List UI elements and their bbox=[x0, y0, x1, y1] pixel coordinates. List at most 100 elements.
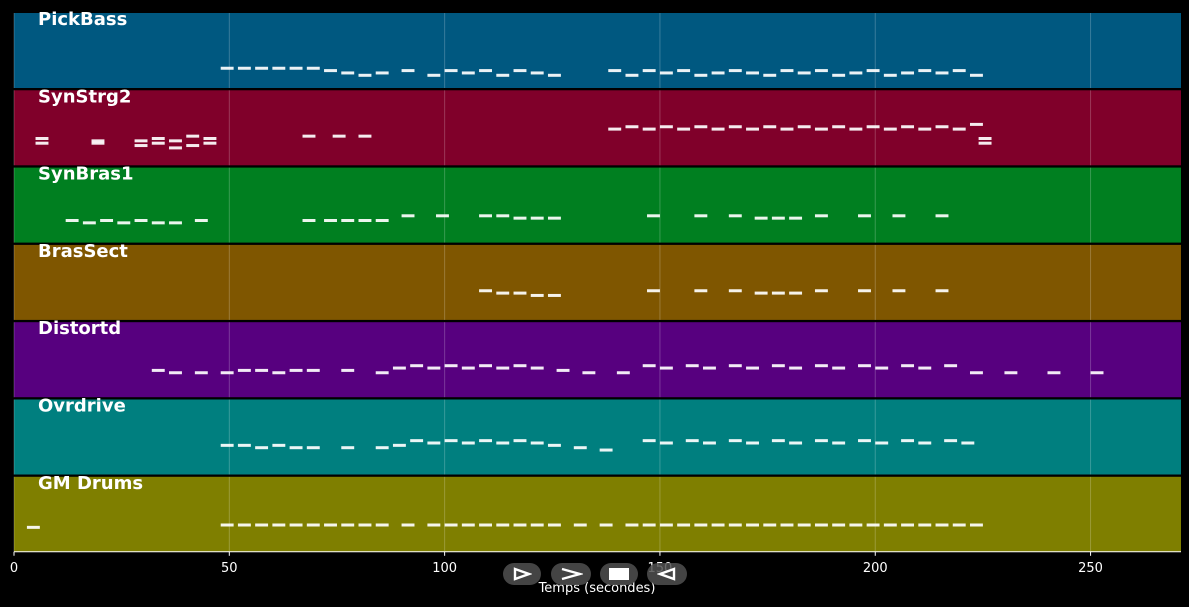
note bbox=[169, 371, 182, 375]
fast-forward-button[interactable] bbox=[551, 563, 591, 585]
note bbox=[91, 139, 105, 143]
note bbox=[814, 364, 828, 368]
track-name: Distortd bbox=[38, 318, 121, 339]
note bbox=[375, 446, 389, 450]
note bbox=[901, 523, 915, 527]
note bbox=[151, 368, 165, 372]
note bbox=[944, 439, 958, 443]
note bbox=[849, 71, 863, 75]
note bbox=[677, 523, 691, 527]
note bbox=[496, 73, 510, 77]
note bbox=[547, 216, 561, 220]
note bbox=[302, 134, 316, 138]
note bbox=[763, 73, 777, 77]
note bbox=[169, 146, 182, 150]
note bbox=[341, 71, 355, 75]
note bbox=[969, 371, 983, 375]
note bbox=[763, 523, 777, 527]
track-panel bbox=[14, 476, 1181, 552]
note bbox=[883, 127, 897, 131]
chart-svg: PickBass SynStrg2 SynBras1 BrasSect Distortd… bbox=[10, 9, 1181, 596]
note bbox=[746, 523, 759, 527]
note bbox=[289, 523, 303, 527]
stop-button[interactable] bbox=[600, 563, 638, 585]
note bbox=[479, 523, 492, 527]
note bbox=[461, 366, 475, 370]
note bbox=[134, 144, 148, 148]
note bbox=[935, 214, 949, 218]
note bbox=[203, 137, 217, 140]
note bbox=[978, 141, 992, 145]
note bbox=[392, 443, 406, 447]
note bbox=[642, 69, 656, 73]
note bbox=[883, 523, 897, 527]
note bbox=[694, 289, 708, 293]
note bbox=[849, 523, 863, 527]
note bbox=[375, 523, 389, 527]
note bbox=[82, 221, 96, 225]
note bbox=[935, 71, 949, 75]
note bbox=[814, 69, 828, 73]
note bbox=[599, 448, 613, 452]
note bbox=[858, 364, 871, 368]
track-name: SynBras1 bbox=[38, 164, 134, 185]
note bbox=[892, 289, 906, 293]
fast-forward-icon bbox=[561, 567, 583, 581]
note bbox=[479, 289, 492, 293]
note bbox=[694, 73, 708, 77]
note bbox=[255, 446, 269, 450]
note bbox=[461, 71, 475, 75]
note bbox=[728, 364, 742, 368]
note bbox=[789, 291, 803, 295]
x-tick-label: 50 bbox=[221, 561, 238, 576]
note bbox=[496, 214, 510, 218]
rewind-button[interactable] bbox=[647, 563, 687, 585]
note bbox=[771, 439, 785, 443]
note bbox=[685, 364, 699, 368]
note bbox=[625, 73, 639, 77]
note bbox=[332, 134, 346, 138]
play-button[interactable] bbox=[503, 563, 541, 585]
note bbox=[832, 523, 846, 527]
track-name: GM Drums bbox=[38, 473, 143, 494]
note bbox=[901, 439, 915, 443]
piano-roll-chart: PickBass SynStrg2 SynBras1 BrasSect Distortd… bbox=[0, 0, 1189, 603]
note bbox=[711, 71, 725, 75]
note bbox=[26, 525, 40, 529]
x-tick-label: 100 bbox=[432, 561, 457, 576]
note bbox=[194, 219, 208, 222]
note bbox=[375, 71, 389, 75]
note bbox=[151, 221, 165, 225]
note bbox=[746, 366, 759, 370]
note bbox=[771, 291, 785, 295]
note bbox=[754, 216, 768, 220]
note bbox=[427, 523, 441, 527]
note bbox=[436, 214, 449, 218]
note bbox=[547, 523, 561, 527]
note bbox=[642, 439, 656, 443]
note bbox=[647, 289, 660, 293]
note bbox=[832, 73, 846, 77]
note bbox=[935, 289, 949, 293]
note bbox=[858, 214, 871, 218]
note bbox=[306, 368, 320, 372]
note bbox=[461, 441, 475, 445]
note bbox=[302, 219, 316, 222]
note bbox=[814, 523, 828, 527]
note bbox=[832, 441, 846, 445]
note bbox=[272, 443, 286, 447]
note bbox=[918, 127, 932, 131]
note bbox=[444, 364, 458, 368]
note bbox=[324, 523, 337, 527]
x-axis: 050100150200250Temps (secondes) bbox=[10, 551, 1181, 596]
note bbox=[832, 366, 846, 370]
note bbox=[978, 137, 992, 140]
note bbox=[203, 141, 217, 145]
note bbox=[952, 127, 966, 131]
track-panel bbox=[14, 167, 1181, 243]
track-name: Ovrdrive bbox=[38, 396, 126, 417]
note bbox=[918, 441, 932, 445]
note bbox=[272, 371, 286, 375]
note bbox=[151, 141, 165, 145]
track-3: SynBras1 bbox=[13, 164, 1181, 243]
